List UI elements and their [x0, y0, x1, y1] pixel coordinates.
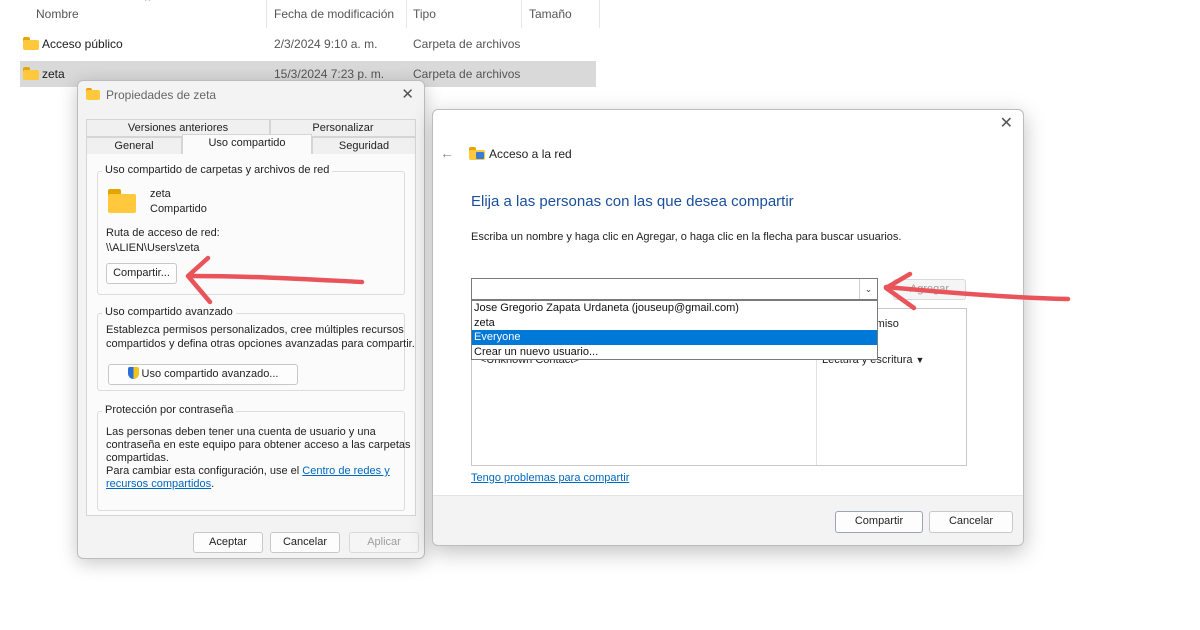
folder-name: zeta: [150, 188, 171, 200]
dropdown-option[interactable]: zeta: [472, 316, 877, 331]
properties-title: Propiedades de zeta: [106, 88, 217, 102]
share-button[interactable]: Compartir...: [106, 263, 177, 284]
tab-seguridad[interactable]: Seguridad: [312, 137, 416, 155]
file-row[interactable]: Acceso público 2/3/2024 9:10 a. m. Carpe…: [20, 31, 596, 57]
password-description: compartidas.: [106, 452, 169, 464]
password-change-text: Para cambiar esta configuración, use el: [106, 465, 303, 477]
password-protection-group-label: Protección por contraseña: [102, 404, 237, 416]
user-dropdown-list[interactable]: Jose Gregorio Zapata Urdaneta (jouseup@g…: [471, 300, 878, 360]
network-center-link[interactable]: Centro de redes y: [302, 465, 389, 477]
tab-page: Uso compartido de carpetas y archivos de…: [86, 154, 416, 516]
chevron-down-icon[interactable]: ⌄: [859, 279, 877, 299]
file-name: Acceso público: [42, 37, 123, 51]
password-description: Las personas deben tener una cuenta de u…: [106, 426, 376, 438]
user-input[interactable]: [472, 279, 858, 299]
column-separator[interactable]: [406, 0, 407, 28]
column-header-date[interactable]: Fecha de modificación: [274, 0, 394, 28]
password-description: contraseña en este equipo para obtener a…: [106, 439, 411, 451]
network-dialog-footer: Compartir Cancelar: [433, 495, 1023, 545]
advanced-description: compartidos y defina otras opciones avan…: [106, 338, 415, 350]
share-confirm-button[interactable]: Compartir: [835, 511, 923, 533]
sort-chevron-icon: ⌃: [143, 0, 153, 9]
properties-titlebar[interactable]: Propiedades de zeta ✕: [78, 81, 424, 109]
column-separator[interactable]: [521, 0, 522, 28]
cancel-button[interactable]: Cancelar: [270, 532, 340, 553]
shield-icon: [127, 367, 139, 379]
file-type: Carpeta de archivos: [413, 37, 521, 51]
column-header-type[interactable]: Tipo: [413, 0, 436, 28]
folder-icon: [108, 189, 136, 213]
network-path: \\ALIEN\Users\zeta: [106, 242, 200, 254]
folder-icon: [23, 67, 39, 80]
password-description: Para cambiar esta configuración, use el …: [106, 465, 390, 477]
column-separator[interactable]: [266, 0, 267, 28]
file-name: zeta: [42, 67, 65, 81]
folder-icon: [86, 88, 100, 100]
caret-down-icon: ▼: [915, 355, 925, 365]
column-separator[interactable]: [599, 0, 600, 28]
advanced-sharing-group-label: Uso compartido avanzado: [102, 306, 236, 318]
network-share-icon: [469, 147, 485, 161]
close-icon[interactable]: ✕: [1000, 116, 1013, 132]
trouble-sharing-link[interactable]: Tengo problemas para compartir: [471, 472, 629, 484]
advanced-sharing-button[interactable]: Uso compartido avanzado...: [108, 364, 298, 385]
properties-dialog: Propiedades de zeta ✕ Versiones anterior…: [77, 80, 425, 559]
tab-uso-compartido[interactable]: Uso compartido: [182, 134, 312, 155]
dropdown-option-selected[interactable]: Everyone: [472, 330, 877, 345]
close-icon[interactable]: ✕: [401, 87, 414, 102]
tab-general[interactable]: General: [86, 137, 182, 155]
folder-icon: [23, 37, 39, 50]
dropdown-option[interactable]: Jose Gregorio Zapata Urdaneta (jouseup@g…: [472, 301, 877, 316]
network-center-link[interactable]: recursos compartidos: [106, 478, 211, 490]
network-dialog-title: Acceso a la red: [489, 147, 572, 161]
period-text: .: [211, 478, 215, 490]
folder-status: Compartido: [150, 203, 207, 215]
file-type: Carpeta de archivos: [413, 67, 521, 81]
file-date: 2/3/2024 9:10 a. m.: [274, 37, 378, 51]
column-header-name[interactable]: Nombre: [36, 0, 79, 28]
advanced-sharing-button-label: Uso compartido avanzado...: [141, 368, 279, 380]
column-header-size[interactable]: Tamaño: [529, 0, 572, 28]
back-arrow-icon[interactable]: ←: [440, 145, 454, 161]
network-access-dialog: ✕ ← Acceso a la red Elija a las personas…: [432, 109, 1024, 546]
apply-button[interactable]: Aplicar: [349, 532, 419, 553]
network-sharing-group-label: Uso compartido de carpetas y archivos de…: [102, 164, 333, 176]
user-combobox[interactable]: ⌄: [471, 278, 878, 300]
network-path-label: Ruta de acceso de red:: [106, 227, 220, 239]
add-button[interactable]: Agregar: [893, 279, 966, 300]
cancel-button[interactable]: Cancelar: [929, 511, 1013, 533]
ok-button[interactable]: Aceptar: [193, 532, 263, 553]
network-dialog-instructions: Escriba un nombre y haga clic en Agregar…: [471, 231, 902, 243]
screenshot: Nombre ⌃ Fecha de modificación Tipo Tama…: [0, 0, 1200, 630]
password-description: recursos compartidos.: [106, 478, 214, 490]
dropdown-option[interactable]: Crear un nuevo usuario...: [472, 345, 877, 360]
advanced-description: Establezca permisos personalizados, cree…: [106, 324, 404, 336]
network-dialog-heading: Elija a las personas con las que desea c…: [471, 193, 794, 210]
